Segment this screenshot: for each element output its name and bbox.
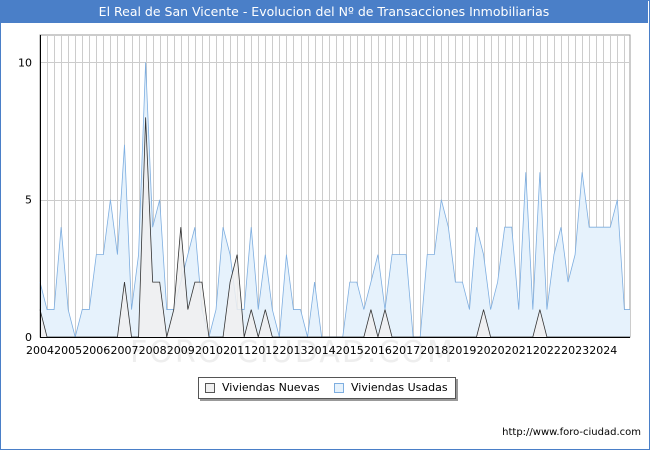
x-tick-label: 2015 bbox=[336, 344, 364, 357]
source-link[interactable]: http://www.foro-ciudad.com bbox=[502, 427, 641, 438]
legend-label-usadas: Viviendas Usadas bbox=[351, 381, 448, 394]
x-tick-label: 2004 bbox=[26, 344, 54, 357]
x-tick-label: 2018 bbox=[420, 344, 448, 357]
x-tick-label: 2006 bbox=[82, 344, 110, 357]
x-tick-label: 2023 bbox=[561, 344, 589, 357]
y-tick-label: 10 bbox=[18, 56, 32, 69]
x-tick-label: 2011 bbox=[223, 344, 251, 357]
x-tick-label: 2021 bbox=[505, 344, 533, 357]
legend-swatch-usadas bbox=[334, 383, 344, 393]
x-tick-label: 2022 bbox=[533, 344, 561, 357]
y-tick-label: 0 bbox=[25, 331, 32, 344]
x-tick-label: 2017 bbox=[392, 344, 420, 357]
x-tick-label: 2009 bbox=[167, 344, 195, 357]
x-tick-label: 2016 bbox=[364, 344, 392, 357]
x-tick-label: 2013 bbox=[279, 344, 307, 357]
x-tick-label: 2007 bbox=[110, 344, 138, 357]
x-tick-label: 2020 bbox=[477, 344, 505, 357]
y-tick-label: 5 bbox=[25, 194, 32, 207]
x-tick-label: 2024 bbox=[589, 344, 617, 357]
legend-swatch-nuevas bbox=[205, 383, 215, 393]
x-tick-label: 2008 bbox=[139, 344, 167, 357]
legend: Viviendas Nuevas Viviendas Usadas bbox=[198, 377, 456, 399]
x-tick-label: 2005 bbox=[54, 344, 82, 357]
x-tick-label: 2014 bbox=[308, 344, 336, 357]
x-tick-label: 2012 bbox=[251, 344, 279, 357]
x-tick-label: 2019 bbox=[448, 344, 476, 357]
legend-label-nuevas: Viviendas Nuevas bbox=[222, 381, 320, 394]
x-tick-label: 2010 bbox=[195, 344, 223, 357]
